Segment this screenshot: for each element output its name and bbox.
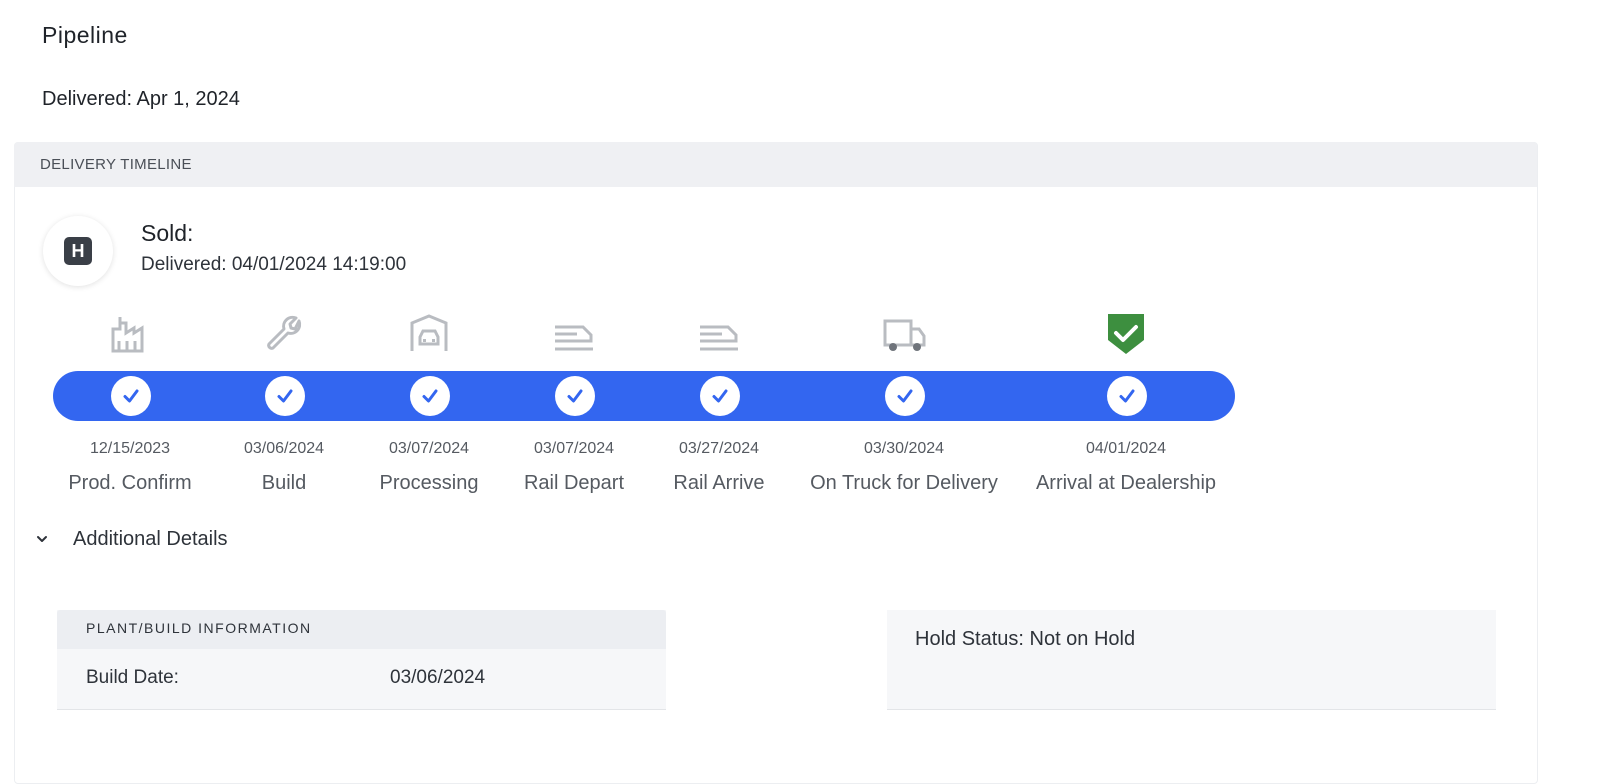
- delivered-timestamp: Delivered: 04/01/2024 14:19:00: [141, 254, 407, 275]
- factory-icon: [107, 311, 153, 357]
- stage-check-icon: [410, 376, 450, 416]
- garage-car-icon: [406, 311, 452, 357]
- stage-date: 03/30/2024: [863, 440, 945, 457]
- stage-check-icon: [885, 376, 925, 416]
- hold-status-panel: [887, 610, 1496, 710]
- stage-label: Arrival at Dealership: [1035, 472, 1217, 494]
- page-title: Pipeline: [42, 22, 128, 48]
- plant-build-header-label: PLANT/BUILD INFORMATION: [86, 620, 312, 636]
- stage-label: On Truck for Delivery: [810, 472, 998, 494]
- stage-date: 04/01/2024: [1085, 440, 1167, 457]
- shield-check-icon: [1103, 311, 1149, 357]
- truck-icon: [881, 311, 927, 357]
- wrench-icon: [261, 311, 307, 357]
- stage-check-icon: [111, 376, 151, 416]
- card-header: [14, 142, 1537, 187]
- build-date-value: 03/06/2024: [390, 667, 486, 688]
- additional-details-toggle[interactable]: Additional Details: [73, 528, 228, 551]
- timeline-progress-track: [53, 371, 1235, 421]
- train-icon: [551, 311, 597, 357]
- brand-logo-icon: H: [64, 237, 92, 265]
- stage-date: 03/27/2024: [678, 440, 760, 457]
- chevron-down-icon[interactable]: [34, 531, 50, 547]
- hold-status: Hold Status: Not on Hold: [915, 628, 1136, 650]
- delivery-timeline-header: DELIVERY TIMELINE: [40, 156, 192, 173]
- sold-label: Sold:: [141, 220, 194, 246]
- stage-check-icon: [1107, 376, 1147, 416]
- stage-check-icon: [555, 376, 595, 416]
- train-icon: [696, 311, 742, 357]
- stage-check-icon: [265, 376, 305, 416]
- stage-check-icon: [700, 376, 740, 416]
- build-date-label: Build Date:: [86, 667, 179, 688]
- delivered-summary: Delivered: Apr 1, 2024: [42, 88, 240, 110]
